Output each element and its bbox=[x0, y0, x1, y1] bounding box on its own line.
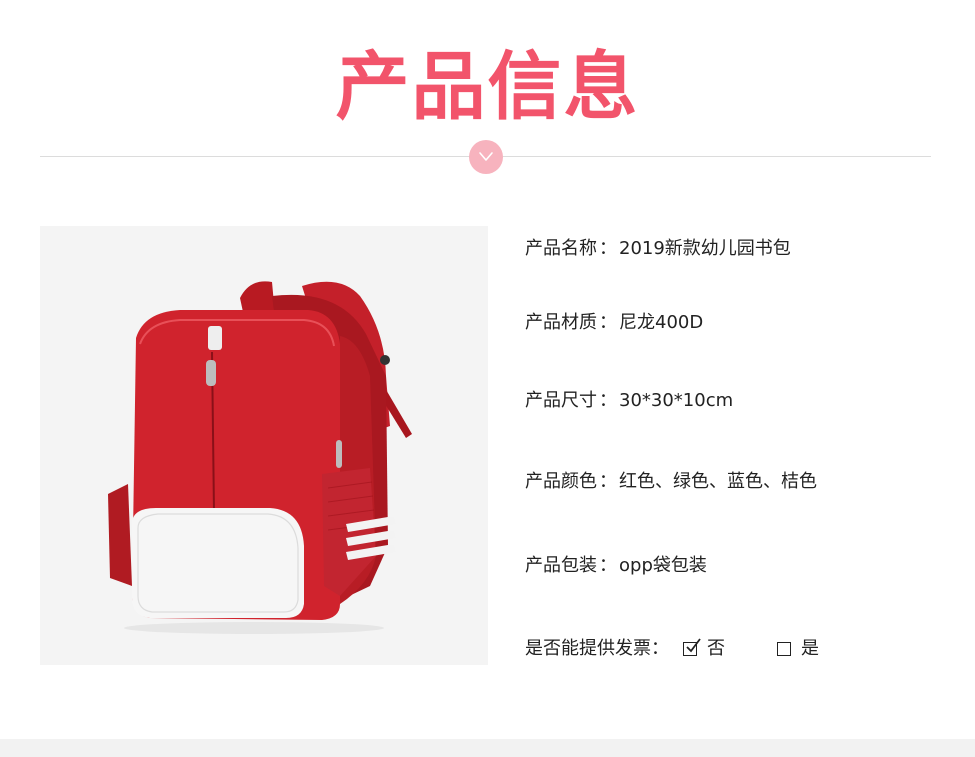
invoice-no-checkbox[interactable] bbox=[683, 638, 701, 656]
invoice-label: 是否能提供发票： bbox=[525, 638, 669, 659]
spec-row-packaging: 产品包装： opp袋包装 bbox=[525, 555, 707, 577]
divider-badge bbox=[469, 140, 503, 174]
spec-separator: ： bbox=[599, 312, 617, 333]
spec-value: opp袋包装 bbox=[619, 555, 707, 576]
chevron-down-icon bbox=[478, 148, 494, 167]
spec-value: 红色、绿色、蓝色、桔色 bbox=[619, 471, 817, 492]
product-photo bbox=[40, 226, 488, 665]
backpack-image bbox=[108, 281, 412, 634]
spec-row-name: 产品名称： 2019新款幼儿园书包 bbox=[525, 238, 791, 260]
spec-row-color: 产品颜色：红色、绿色、蓝色、桔色 bbox=[525, 471, 817, 493]
spec-label: 产品名称 bbox=[525, 238, 597, 259]
spec-separator: ： bbox=[599, 238, 617, 259]
spec-value: 尼龙400D bbox=[619, 312, 704, 333]
spec-value: 30*30*10cm bbox=[619, 390, 734, 411]
invoice-yes-checkbox[interactable] bbox=[777, 642, 791, 656]
spec-row-material: 产品材质：尼龙400D bbox=[525, 312, 703, 334]
invoice-yes-label: 是 bbox=[801, 638, 819, 659]
footer-band bbox=[0, 739, 975, 757]
spec-separator: ： bbox=[599, 555, 617, 576]
spec-row-size: 产品尺寸： 30*30*10cm bbox=[525, 390, 733, 412]
spec-label: 产品尺寸 bbox=[525, 390, 597, 411]
spec-label: 产品颜色 bbox=[525, 471, 597, 492]
invoice-no-label: 否 bbox=[707, 638, 725, 659]
spec-label: 产品包装 bbox=[525, 555, 597, 576]
spec-separator: ： bbox=[599, 471, 617, 492]
spec-value: 2019新款幼儿园书包 bbox=[619, 238, 791, 259]
page-title: 产品信息 bbox=[335, 44, 640, 130]
invoice-row: 是否能提供发票： 否 是 bbox=[525, 638, 819, 660]
spec-label: 产品材质 bbox=[525, 312, 597, 333]
spec-separator: ： bbox=[599, 390, 617, 411]
check-icon bbox=[686, 638, 701, 653]
